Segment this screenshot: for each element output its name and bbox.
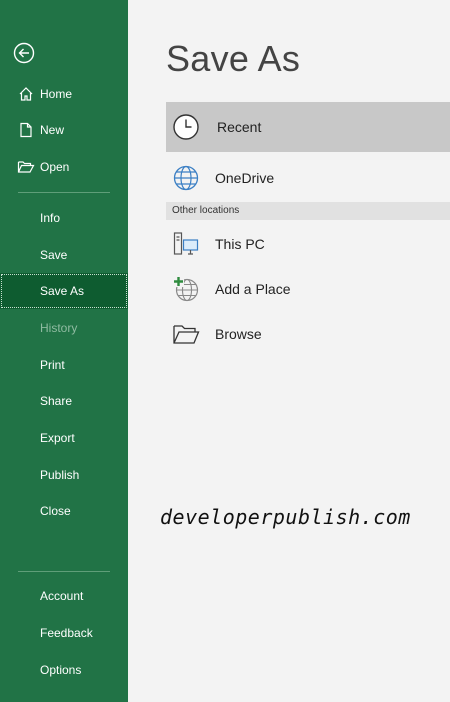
page-title: Save As — [166, 38, 301, 79]
sidebar-item-options[interactable]: Options — [0, 652, 128, 688]
sidebar-item-save[interactable]: Save — [0, 237, 128, 273]
sidebar-item-label: New — [40, 123, 65, 137]
sidebar-item-label: Info — [40, 211, 61, 225]
location-label: Add a Place — [215, 281, 291, 297]
add-place-globe-icon — [173, 276, 199, 302]
location-onedrive[interactable]: OneDrive — [166, 158, 450, 198]
sidebar-item-label: Account — [40, 589, 84, 603]
back-arrow-icon[interactable] — [13, 42, 35, 64]
folder-open-icon — [17, 161, 35, 173]
sidebar-item-info[interactable]: Info — [0, 200, 128, 236]
sidebar-item-label: Share — [40, 394, 73, 408]
sidebar-item-history: History — [0, 310, 128, 346]
sidebar-item-label: Feedback — [40, 626, 93, 640]
sidebar-item-save-as[interactable]: Save As — [0, 273, 128, 309]
sidebar-item-export[interactable]: Export — [0, 420, 128, 456]
location-recent[interactable]: Recent — [166, 102, 450, 152]
clock-icon — [173, 114, 199, 140]
sidebar-item-label: History — [40, 321, 78, 335]
location-label: Browse — [215, 326, 262, 342]
sidebar-item-account[interactable]: Account — [0, 578, 128, 614]
sidebar-item-publish[interactable]: Publish — [0, 457, 128, 493]
sidebar-item-print[interactable]: Print — [0, 347, 128, 383]
sidebar-item-label: Print — [40, 358, 65, 372]
location-add-place[interactable]: Add a Place — [166, 269, 450, 309]
sidebar-item-label: Save As — [40, 284, 85, 298]
sidebar-item-share[interactable]: Share — [0, 383, 128, 419]
other-locations-header: Other locations — [166, 202, 450, 220]
location-label: Recent — [217, 119, 262, 135]
sidebar-divider — [18, 192, 110, 193]
location-this-pc[interactable]: This PC — [166, 224, 450, 264]
computer-icon — [173, 232, 199, 255]
folder-browse-icon — [173, 325, 200, 344]
sidebar-item-label: Options — [40, 663, 82, 677]
location-browse[interactable]: Browse — [166, 314, 450, 354]
sidebar-divider — [18, 571, 110, 572]
location-label: OneDrive — [215, 170, 275, 186]
new-document-icon — [20, 122, 32, 138]
sidebar-item-new[interactable]: New — [0, 112, 128, 148]
sidebar-item-label: Export — [40, 431, 75, 445]
sidebar-item-label: Publish — [40, 468, 80, 482]
watermark-text: developerpublish.com — [160, 505, 411, 529]
location-label: This PC — [215, 236, 265, 252]
backstage-sidebar: Home New Open Info Save Save As History … — [0, 0, 128, 702]
sidebar-item-label: Close — [40, 504, 71, 518]
sidebar-item-home[interactable]: Home — [0, 76, 128, 112]
sidebar-item-label: Open — [40, 160, 70, 174]
sidebar-item-label: Save — [40, 248, 68, 262]
globe-icon — [173, 165, 199, 191]
sidebar-item-label: Home — [40, 87, 73, 101]
sidebar-item-open[interactable]: Open — [0, 149, 128, 185]
sidebar-item-feedback[interactable]: Feedback — [0, 615, 128, 651]
sidebar-item-close[interactable]: Close — [0, 493, 128, 529]
home-icon — [19, 87, 33, 101]
